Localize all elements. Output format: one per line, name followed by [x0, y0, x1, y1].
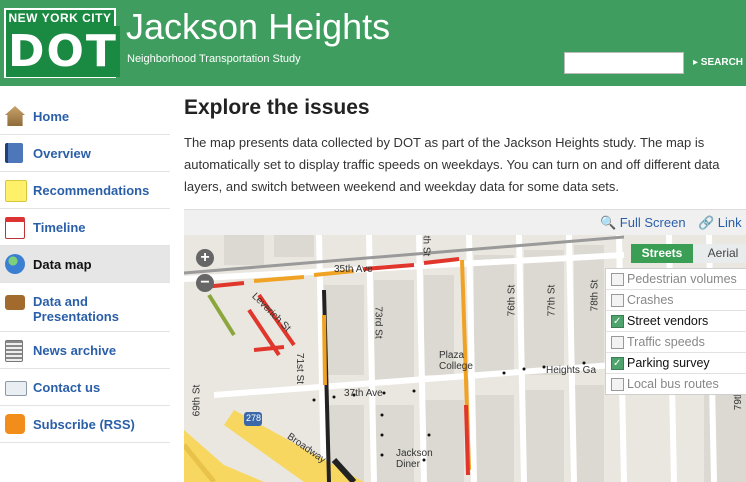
- home-icon: [5, 106, 25, 126]
- site-subtitle: Neighborhood Transportation Study: [127, 53, 301, 65]
- sidebar-item-label: Timeline: [33, 220, 86, 235]
- map-label-71st-st: 71st St: [294, 352, 306, 385]
- sidebar-item-label: Overview: [33, 146, 91, 161]
- fullscreen-link[interactable]: 🔍 Full Screen: [600, 215, 686, 231]
- briefcase-icon: [5, 295, 25, 310]
- map-type-tabs: Streets Aerial: [631, 244, 746, 263]
- layer-pedestrian-volumes[interactable]: Pedestrian volumes: [606, 269, 746, 290]
- checkbox[interactable]: [611, 336, 624, 349]
- sidebar-item-subscribe[interactable]: Subscribe (RSS): [0, 406, 170, 443]
- sidebar-item-label: Contact us: [33, 380, 101, 395]
- checkbox[interactable]: [611, 315, 624, 328]
- note-icon: [5, 180, 27, 202]
- sidebar-item-data-map[interactable]: Data map: [0, 246, 170, 283]
- layer-list: Pedestrian volumes Crashes Street vendor…: [605, 268, 746, 395]
- intro-text: The map presents data collected by DOT a…: [184, 135, 720, 194]
- map-label-jackson-diner: Jackson Diner: [396, 448, 433, 470]
- layer-label: Street vendors: [627, 314, 709, 328]
- sidebar-item-data-presentations[interactable]: Data and Presentations: [0, 283, 170, 332]
- layer-crashes[interactable]: Crashes: [606, 290, 746, 311]
- route-278-shield: 278: [246, 413, 262, 423]
- page-title: Explore the issues: [184, 96, 370, 119]
- checkbox[interactable]: [611, 294, 624, 307]
- sidebar-item-label: Home: [33, 109, 70, 124]
- logo-main-text: DOT: [6, 26, 120, 77]
- permalink-link[interactable]: 🔗 Link: [698, 215, 742, 231]
- sidebar-item-news-archive[interactable]: News archive: [0, 332, 170, 369]
- layer-parking-survey[interactable]: Parking survey: [606, 353, 746, 374]
- sidebar-item-label: Subscribe (RSS): [33, 417, 135, 432]
- layer-label: Crashes: [627, 293, 674, 307]
- layer-traffic-speeds[interactable]: Traffic speeds: [606, 332, 746, 353]
- checkbox[interactable]: [611, 273, 624, 286]
- map-label-77th-st: 77th St: [546, 284, 558, 317]
- tab-streets[interactable]: Streets: [631, 244, 693, 263]
- layer-label: Traffic speeds: [627, 335, 705, 349]
- sidebar-item-overview[interactable]: Overview: [0, 135, 170, 172]
- map-label-heights-ga: Heights Ga: [546, 365, 597, 376]
- rss-icon: [5, 414, 25, 434]
- sidebar-item-label: Data and Presentations: [33, 294, 119, 324]
- sidebar-item-home[interactable]: Home: [0, 98, 170, 135]
- zoom-in-button[interactable]: +: [196, 249, 214, 267]
- sidebar-item-label: News archive: [33, 343, 117, 358]
- sidebar-item-recommendations[interactable]: Recommendations: [0, 172, 170, 209]
- map-label-37th-ave: 37th Ave: [344, 388, 383, 399]
- search-button[interactable]: ▸ SEARCH: [693, 57, 743, 68]
- sidebar-nav: Home Overview Recommendations Timeline D…: [0, 98, 170, 443]
- layer-street-vendors[interactable]: Street vendors: [606, 311, 746, 332]
- map-label-69th-st: 69th St: [191, 384, 203, 417]
- map-label-73rd-st: 73rd St: [372, 306, 384, 339]
- checkbox[interactable]: [611, 378, 624, 391]
- map-label-plaza-college: Plaza College: [439, 350, 473, 372]
- map-toolbar: 🔍 Full Screen 🔗 Link: [184, 209, 746, 236]
- map-label-74th-st: 74th St: [420, 235, 432, 257]
- tab-aerial[interactable]: Aerial: [693, 244, 746, 263]
- site-title[interactable]: Jackson Heights: [126, 6, 390, 48]
- book-icon: [5, 143, 23, 163]
- layer-label: Parking survey: [627, 356, 710, 370]
- sidebar-item-label: Data map: [33, 257, 92, 272]
- sidebar-item-label: Recommendations: [33, 183, 150, 198]
- sidebar-item-timeline[interactable]: Timeline: [0, 209, 170, 246]
- site-header: NEW YORK CITY DOT Jackson Heights Neighb…: [0, 0, 746, 86]
- layer-label: Local bus routes: [627, 377, 719, 391]
- map-label-35th-ave: 35th Ave: [334, 264, 373, 275]
- layer-label: Pedestrian volumes: [627, 272, 737, 286]
- map-label-76th-st: 76th St: [506, 284, 518, 317]
- nyc-dot-logo[interactable]: NEW YORK CITY DOT: [4, 8, 120, 78]
- checkbox[interactable]: [611, 357, 624, 370]
- map-label-78th-st: 78th St: [589, 279, 601, 312]
- logo-top-text: NEW YORK CITY: [6, 10, 114, 26]
- globe-icon: [5, 254, 25, 274]
- newspaper-icon: [5, 340, 23, 362]
- layer-local-bus-routes[interactable]: Local bus routes: [606, 374, 746, 394]
- data-map[interactable]: 35th Ave 37th Ave 73rd St 74th St 76th S…: [184, 235, 746, 482]
- calendar-icon: [5, 217, 25, 239]
- search-input[interactable]: [564, 52, 684, 74]
- zoom-out-button[interactable]: −: [196, 274, 214, 292]
- mail-icon: [5, 381, 27, 396]
- sidebar-item-contact[interactable]: Contact us: [0, 369, 170, 406]
